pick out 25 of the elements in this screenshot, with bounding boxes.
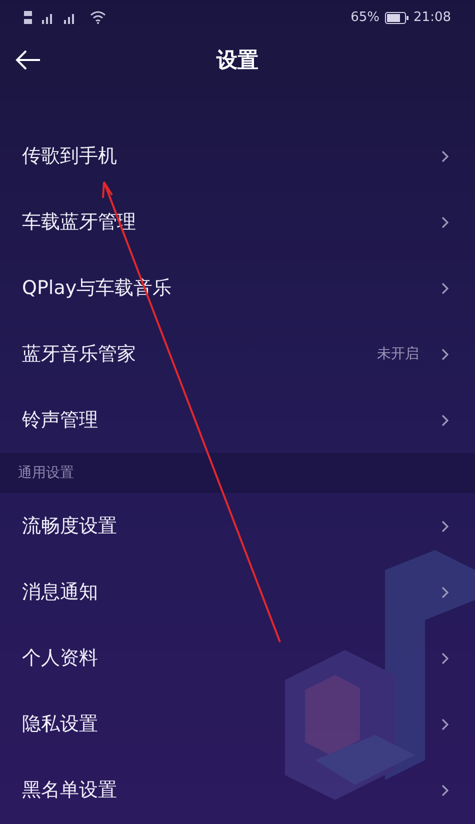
- page-title: 设置: [216, 46, 258, 74]
- chevron-right-icon: [441, 520, 449, 532]
- section-title: 通用设置: [18, 464, 74, 482]
- battery-icon: [384, 12, 409, 24]
- setting-label[interactable]: 消息通知: [22, 578, 98, 606]
- setting-label[interactable]: 铃声管理: [22, 406, 98, 434]
- chevron-right-icon: [441, 282, 449, 294]
- wifi-icon: [90, 11, 106, 24]
- setting-label[interactable]: 蓝牙音乐管家: [22, 340, 136, 368]
- chevron-right-icon: [441, 150, 449, 162]
- chevron-right-icon: [441, 414, 449, 426]
- chevron-right-icon: [441, 586, 449, 598]
- chevron-right-icon: [441, 348, 449, 360]
- chevron-right-icon: [441, 718, 449, 730]
- clock-time: 21:08: [414, 8, 451, 27]
- setting-label[interactable]: 黑名单设置: [22, 776, 117, 804]
- setting-label[interactable]: 个人资料: [22, 644, 98, 672]
- chevron-right-icon: [441, 216, 449, 228]
- chevron-right-icon: [441, 784, 449, 796]
- battery-percent: 65%: [350, 8, 380, 27]
- setting-value: 未开启: [377, 344, 419, 364]
- setting-label[interactable]: 流畅度设置: [22, 512, 117, 540]
- setting-label[interactable]: 传歌到手机: [22, 142, 117, 170]
- setting-label[interactable]: 隐私设置: [22, 710, 98, 738]
- chevron-right-icon: [441, 652, 449, 664]
